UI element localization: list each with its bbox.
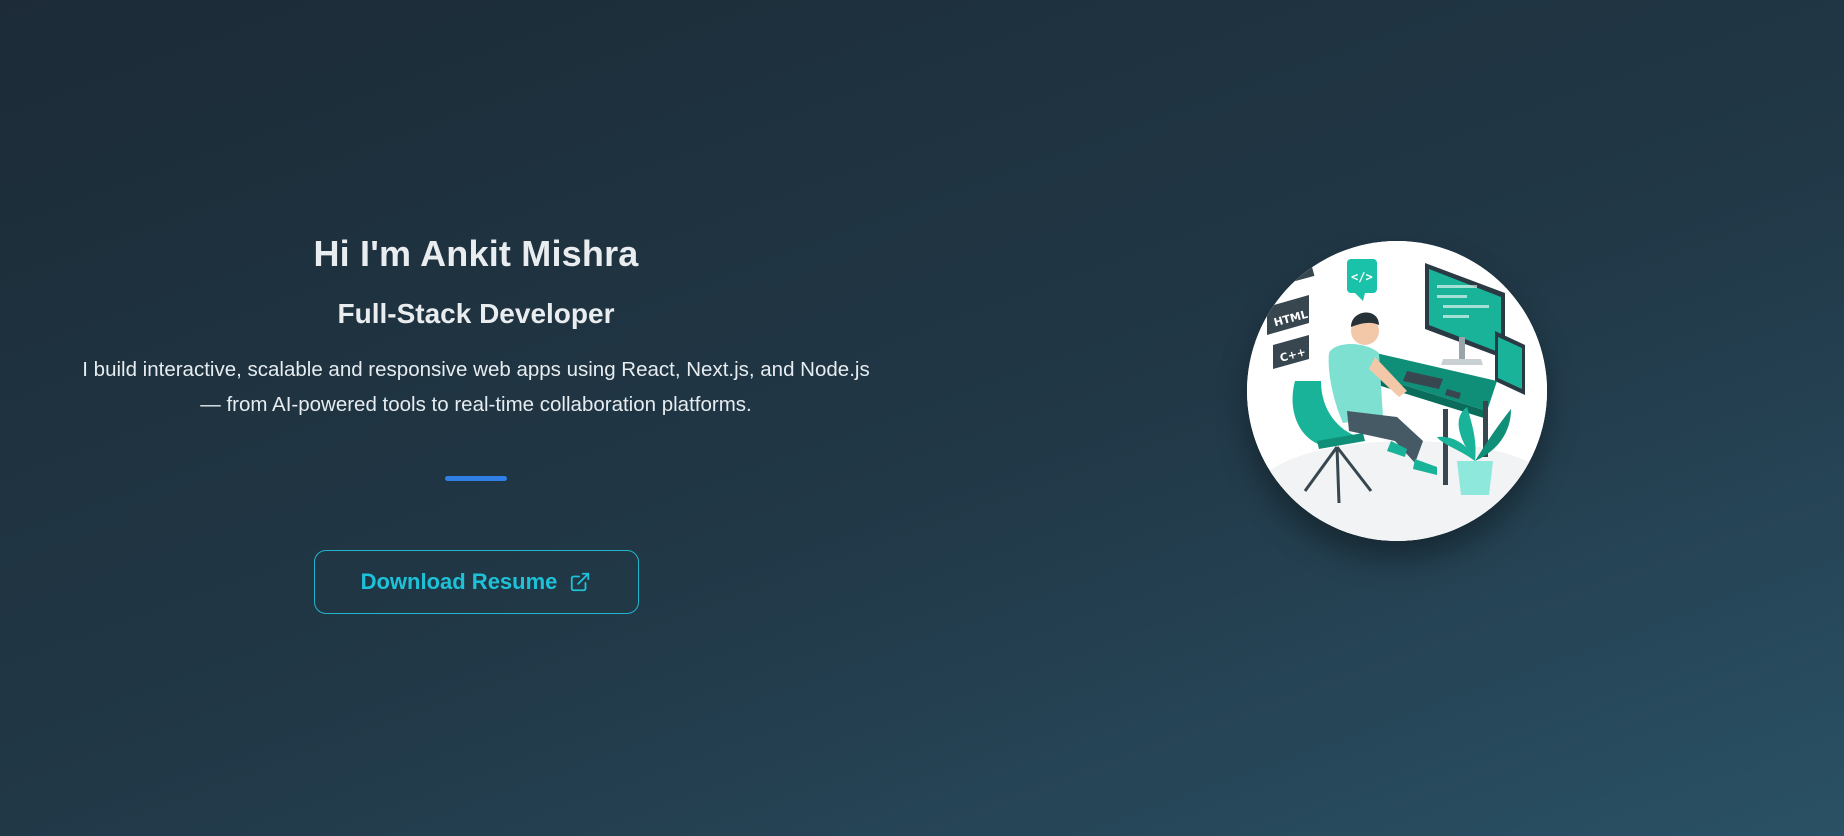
developer-illustration: </> HTML C++: [1247, 241, 1547, 541]
hero-description: I build interactive, scalable and respon…: [82, 358, 870, 416]
external-link-icon: [571, 572, 590, 592]
developer-at-desk-illustration-icon: </> HTML C++: [1247, 241, 1547, 541]
hero-section: Hi I'm Ankit Mishra Full-Stack Developer…: [60, 220, 892, 614]
hero-subtitle: Full-Stack Developer: [337, 298, 615, 329]
download-resume-label: Download Resume: [360, 569, 558, 594]
svg-text:</>: </>: [1351, 270, 1373, 284]
hero-title: Hi I'm Ankit Mishra: [313, 233, 639, 274]
download-resume-button[interactable]: Download Resume: [313, 550, 639, 614]
